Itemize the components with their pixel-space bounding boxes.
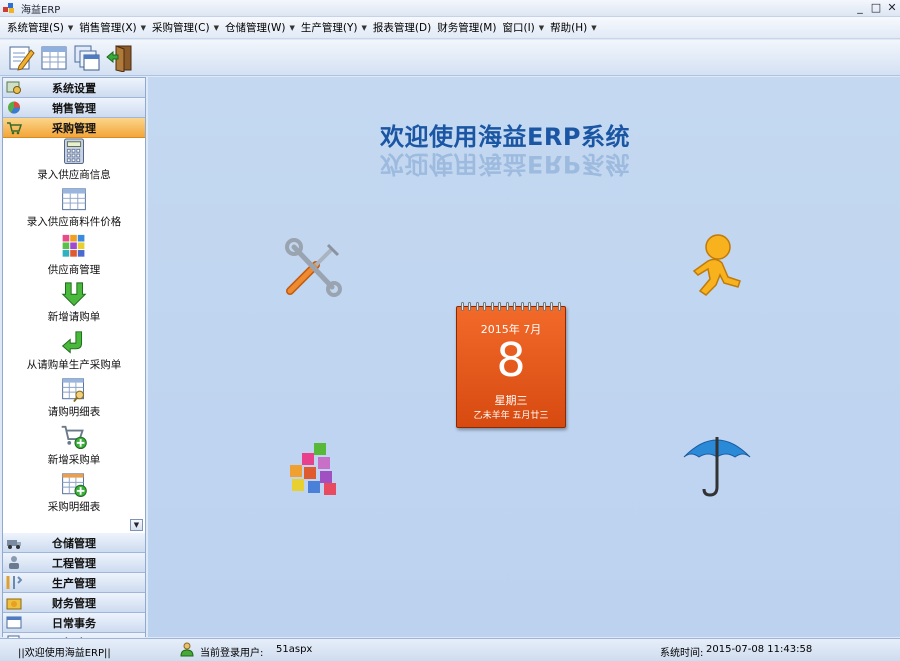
- color-grid-icon: [62, 234, 85, 257]
- running-person-icon[interactable]: [682, 233, 746, 301]
- spreadsheet-icon: [41, 46, 67, 69]
- calendar-day: 8: [496, 333, 526, 387]
- warehouse-icon: [7, 540, 21, 549]
- list-item-enter-supplier-price[interactable]: 录入供应商料件价格: [3, 186, 145, 234]
- nav-group-finance[interactable]: 财务管理: [3, 593, 145, 613]
- production-icon: [6, 576, 22, 589]
- window-title: 海益ERP: [21, 4, 61, 16]
- menu-help[interactable]: 帮助(H) ▼: [547, 20, 599, 35]
- menu-bar: 系统管理(S) ▼ 销售管理(X) ▼ 采购管理(C) ▼ 仓储管理(W) ▼ 生产管理…: [0, 17, 900, 39]
- status-user-value: 51aspx: [276, 644, 313, 655]
- edit-document-button[interactable]: [6, 43, 36, 73]
- daily-affairs-icon: [6, 616, 22, 629]
- sales-icon: [8, 101, 21, 114]
- toolbar: [0, 40, 900, 76]
- nav-group-production[interactable]: 生产管理: [3, 573, 145, 593]
- menu-production[interactable]: 生产管理(Y) ▼: [298, 20, 370, 35]
- status-welcome-text: ||欢迎使用海益ERP||: [18, 648, 111, 659]
- menu-finance[interactable]: 财务管理(M): [434, 20, 499, 35]
- menu-window[interactable]: 窗口(I) ▼: [499, 20, 547, 35]
- exit-button[interactable]: [105, 43, 135, 73]
- exit-door-icon: [106, 44, 132, 72]
- calculator-icon: [64, 138, 84, 165]
- menu-dropdown-icon: ▼: [591, 23, 597, 32]
- green-return-arrow-icon: [61, 331, 83, 354]
- menu-system[interactable]: 系统管理(S) ▼: [4, 20, 76, 35]
- menu-dropdown-icon: ▼: [289, 23, 295, 32]
- list-item-new-purchase-order[interactable]: 新增采购单: [3, 423, 145, 471]
- menu-dropdown-icon: ▼: [140, 23, 147, 32]
- table-add-icon: [62, 472, 87, 497]
- status-time-label: 系统时间:: [660, 648, 704, 659]
- purchase-icon: [7, 122, 22, 135]
- calendar-widget[interactable]: 2015年 7月 8 星期三 乙未羊年 五月廿三: [456, 302, 566, 428]
- menu-dropdown-icon: ▼: [538, 23, 545, 32]
- menu-reports[interactable]: 报表管理(D): [370, 20, 434, 35]
- list-item-purchase-detail[interactable]: 采购明细表: [3, 471, 145, 519]
- status-bar: ||欢迎使用海益ERP|| 当前登录用户: 51aspx 系统时间: 2015-…: [0, 638, 900, 661]
- copy-windows-button[interactable]: [72, 43, 102, 73]
- color-cubes-icon[interactable]: [284, 439, 344, 499]
- close-button[interactable]: ✕: [884, 0, 900, 16]
- edit-document-icon: [9, 46, 35, 71]
- table-icon: [62, 187, 86, 210]
- copy-windows-icon: [74, 45, 100, 70]
- engineering-icon: [9, 556, 19, 569]
- calendar-weekday: 星期三: [494, 394, 528, 407]
- tools-icon[interactable]: [282, 237, 344, 299]
- menu-sales[interactable]: 销售管理(X) ▼: [76, 20, 149, 35]
- user-icon: [180, 642, 194, 657]
- nav-group-sales[interactable]: 销售管理: [3, 98, 145, 118]
- green-arrow-down-icon: [61, 281, 87, 306]
- menu-purchase[interactable]: 采购管理(C) ▼: [149, 20, 222, 35]
- system-settings-icon: [6, 81, 21, 94]
- list-item-enter-supplier-info[interactable]: 录入供应商信息: [3, 138, 145, 186]
- nav-group-purchase[interactable]: 采购管理: [3, 118, 145, 138]
- calendar-binder-rings: [461, 302, 561, 312]
- welcome-title-reflection: 欢迎使用海益ERP系统: [380, 150, 630, 178]
- list-item-generate-po-from-requisition[interactable]: 从请购单生产采购单: [3, 328, 145, 376]
- table-search-icon: [62, 377, 84, 402]
- status-user-label: 当前登录用户:: [200, 648, 264, 659]
- nav-group-daily-affairs[interactable]: 日常事务: [3, 613, 145, 633]
- calendar-lunar-date: 乙未羊年 五月廿三: [473, 411, 549, 421]
- status-time-value: 2015-07-08 11:43:58: [706, 644, 813, 655]
- minimize-button[interactable]: _: [852, 0, 868, 16]
- chevron-down-icon: ▼: [133, 521, 140, 529]
- list-item-requisition-detail[interactable]: 请购明细表: [3, 376, 145, 424]
- navigation-sidebar: 系统设置 销售管理 采购管理 录入供应商信息 录入供应商料件价格 供应商管理 新…: [2, 77, 146, 653]
- nav-group-engineering[interactable]: 工程管理: [3, 553, 145, 573]
- list-item-supplier-management[interactable]: 供应商管理: [3, 233, 145, 281]
- finance-icon: [6, 598, 22, 610]
- menu-dropdown-icon: ▼: [213, 23, 219, 32]
- nav-group-system-settings[interactable]: 系统设置: [3, 78, 145, 98]
- umbrella-icon[interactable]: [682, 429, 752, 499]
- purchase-item-list: 录入供应商信息 录入供应商料件价格 供应商管理 新增请购单 从请购单生产采购单 …: [3, 138, 145, 533]
- menu-warehouse[interactable]: 仓储管理(W) ▼: [222, 20, 298, 35]
- spreadsheet-button[interactable]: [39, 43, 69, 73]
- scroll-down-button[interactable]: ▼: [130, 519, 143, 531]
- app-logo-icon: [3, 2, 17, 14]
- menu-dropdown-icon: ▼: [67, 23, 74, 32]
- main-content: 欢迎使用海益ERP系统 欢迎使用海益ERP系统 2015年 7月 8 星期三 乙…: [148, 77, 900, 637]
- nav-group-warehouse[interactable]: 仓储管理: [3, 533, 145, 553]
- title-bar: 海益ERP _ □ ✕: [0, 0, 900, 17]
- welcome-title: 欢迎使用海益ERP系统: [380, 123, 630, 151]
- maximize-button[interactable]: □: [868, 0, 884, 16]
- cart-add-icon: [61, 425, 87, 450]
- menu-dropdown-icon: ▼: [361, 23, 367, 32]
- list-item-new-requisition[interactable]: 新增请购单: [3, 281, 145, 329]
